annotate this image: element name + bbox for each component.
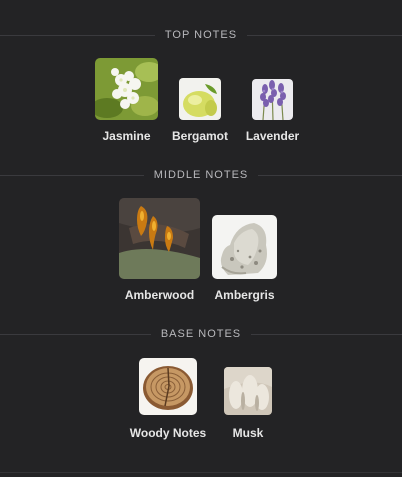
top-notes-header: TOP NOTES: [0, 27, 402, 43]
note-woody-notes[interactable]: Woody Notes: [130, 358, 206, 443]
section-title-top-notes: TOP NOTES: [154, 29, 248, 41]
woody-notes-image: [139, 358, 197, 415]
note-musk[interactable]: Musk: [224, 367, 272, 443]
note-label-bergamot: Bergamot: [171, 129, 228, 143]
section-title-middle-notes: MIDDLE NOTES: [143, 169, 259, 181]
middle-notes-header: MIDDLE NOTES: [0, 167, 402, 183]
base-notes-header: BASE NOTES: [0, 326, 402, 342]
note-jasmine[interactable]: Jasmine: [95, 58, 158, 143]
note-lavender[interactable]: Lavender: [246, 79, 299, 143]
note-label-ambergris: Ambergris: [214, 288, 275, 302]
lavender-image: [252, 79, 293, 120]
bergamot-image: [179, 78, 221, 120]
amberwood-image: [119, 198, 200, 279]
jasmine-image: [95, 58, 158, 120]
section-title-base-notes: BASE NOTES: [150, 328, 252, 340]
note-ambergris[interactable]: Ambergris: [212, 215, 277, 305]
ambergris-image: [212, 215, 277, 279]
note-amberwood[interactable]: Amberwood: [119, 198, 200, 305]
note-label-woody-notes: Woody Notes: [129, 426, 207, 440]
bottom-divider: [0, 472, 402, 473]
note-label-lavender: Lavender: [245, 129, 300, 143]
musk-image: [224, 367, 272, 415]
note-bergamot[interactable]: Bergamot: [172, 78, 228, 143]
note-label-musk: Musk: [232, 426, 264, 440]
